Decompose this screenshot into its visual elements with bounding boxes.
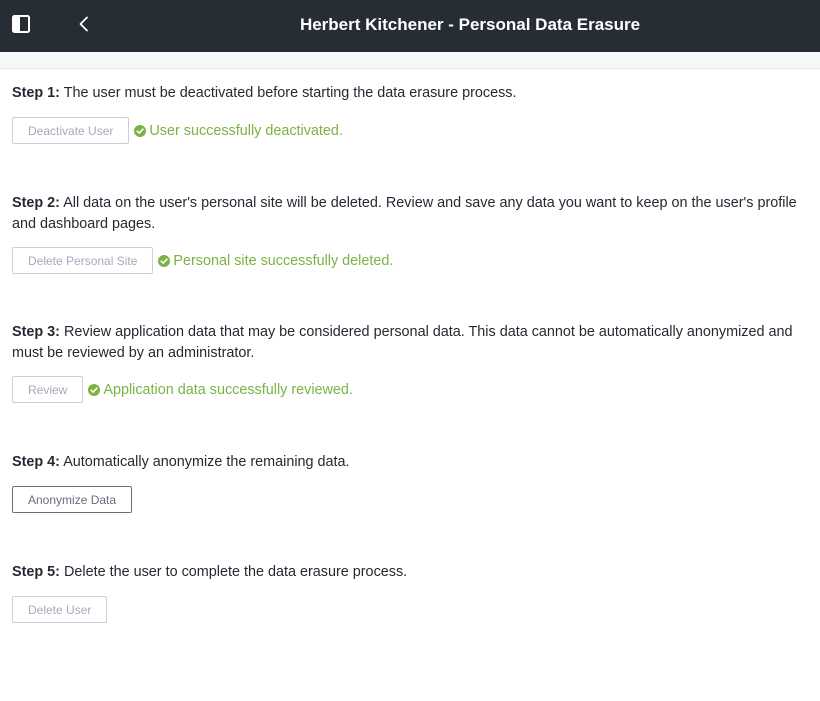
sidebar-panel-icon	[12, 14, 30, 38]
step-5-text: Delete the user to complete the data era…	[59, 564, 408, 580]
step-1-label: Step 1:	[12, 85, 60, 101]
step-1-text: The user must be deactivated before star…	[59, 85, 517, 101]
sidebar-toggle-button[interactable]	[1, 0, 41, 52]
step-3-description: Step 3: Review application data that may…	[12, 322, 808, 364]
step-2-text: All data on the user's personal site wil…	[12, 195, 797, 232]
step-4: Step 4: Automatically anonymize the rema…	[12, 403, 808, 513]
step-3: Step 3: Review application data that may…	[12, 274, 808, 403]
sub-toolbar	[0, 52, 820, 69]
step-2: Step 2: All data on the user's personal …	[12, 144, 808, 274]
top-bar: Herbert Kitchener - Personal Data Erasur…	[0, 0, 820, 52]
step-4-text: Automatically anonymize the remaining da…	[59, 454, 350, 470]
check-circle-icon	[88, 383, 101, 396]
back-button[interactable]	[64, 0, 104, 52]
step-2-description: Step 2: All data on the user's personal …	[12, 193, 808, 235]
step-4-label: Step 4:	[12, 454, 60, 470]
step-3-status-text: Application data successfully reviewed.	[103, 381, 353, 398]
step-3-status: Application data successfully reviewed.	[88, 382, 353, 398]
step-4-description: Step 4: Automatically anonymize the rema…	[12, 452, 808, 473]
step-5: Step 5: Delete the user to complete the …	[12, 513, 808, 623]
page-title: Herbert Kitchener - Personal Data Erasur…	[299, 15, 641, 34]
step-3-text: Review application data that may be cons…	[12, 324, 793, 361]
review-button[interactable]: Review	[12, 376, 84, 403]
chevron-left-icon	[78, 16, 90, 37]
anonymize-data-button[interactable]: Anonymize Data	[12, 486, 133, 513]
step-2-label: Step 2:	[12, 195, 60, 211]
step-1-status: User successfully deactivated.	[134, 123, 343, 139]
step-1: Step 1: The user must be deactivated bef…	[12, 69, 808, 144]
step-2-status-text: Personal site successfully deleted.	[173, 252, 394, 269]
check-circle-icon	[158, 254, 171, 267]
step-5-description: Step 5: Delete the user to complete the …	[12, 562, 808, 583]
step-1-status-text: User successfully deactivated.	[149, 122, 343, 139]
delete-user-button[interactable]: Delete User	[12, 596, 108, 623]
steps-container: Step 1: The user must be deactivated bef…	[0, 69, 820, 623]
check-circle-icon	[134, 124, 147, 137]
delete-personal-site-button[interactable]: Delete Personal Site	[12, 247, 154, 274]
deactivate-user-button[interactable]: Deactivate User	[12, 117, 130, 144]
step-1-description: Step 1: The user must be deactivated bef…	[12, 83, 808, 104]
step-5-label: Step 5:	[12, 564, 60, 580]
step-2-status: Personal site successfully deleted.	[158, 253, 393, 269]
step-3-label: Step 3:	[12, 324, 60, 340]
